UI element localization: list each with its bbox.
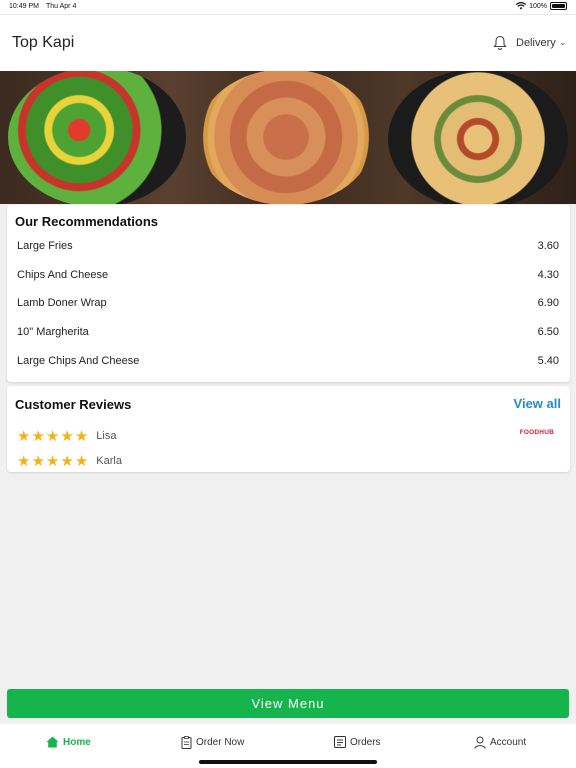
chevron-down-icon[interactable]: ⌄ xyxy=(559,37,567,48)
pizza-image xyxy=(198,71,374,204)
review-item: ★ ★ ★ ★ ★ Karla xyxy=(17,453,122,469)
item-name: Chips And Cheese xyxy=(17,269,109,281)
star-icon: ★ xyxy=(17,452,31,470)
recommendation-item[interactable]: Lamb Doner Wrap 6.90 xyxy=(17,294,559,312)
hero-banner xyxy=(0,71,576,204)
star-icon: ★ xyxy=(60,427,74,445)
star-rating: ★ ★ ★ ★ ★ xyxy=(17,454,88,469)
item-price: 4.30 xyxy=(537,269,559,281)
tab-account[interactable]: Account xyxy=(474,736,526,749)
item-price: 5.40 xyxy=(537,355,559,367)
recommendation-item[interactable]: Large Chips And Cheese 5.40 xyxy=(17,352,559,370)
item-name: Large Chips And Cheese xyxy=(17,355,140,367)
status-time: 10:49 PM xyxy=(9,3,39,10)
reviewer-name: Lisa xyxy=(96,430,117,442)
battery-percent: 100% xyxy=(529,2,547,10)
restaurant-title: Top Kapi xyxy=(12,34,75,51)
reviews-title: Customer Reviews xyxy=(15,397,132,412)
star-icon: ★ xyxy=(45,452,60,470)
review-item: ★ ★ ★ ★ ★ Lisa xyxy=(17,428,116,444)
recommendations-title: Our Recommendations xyxy=(15,214,159,229)
home-icon xyxy=(46,736,59,748)
view-all-link[interactable]: View all xyxy=(514,396,561,411)
bell-icon[interactable] xyxy=(493,35,507,51)
item-price: 3.60 xyxy=(537,240,559,252)
user-icon xyxy=(474,736,486,749)
star-icon: ★ xyxy=(74,452,89,470)
recommendation-item[interactable]: 10" Margherita 6.50 xyxy=(17,323,559,341)
home-indicator xyxy=(199,760,377,764)
status-right: 100% xyxy=(516,2,567,10)
tab-label: Order Now xyxy=(196,737,245,748)
app-header: Top Kapi Delivery ⌄ xyxy=(0,14,576,71)
order-icon xyxy=(181,736,192,749)
foodhub-logo: FOODHUB xyxy=(519,429,554,436)
item-name: 10" Margherita xyxy=(17,326,89,338)
item-price: 6.90 xyxy=(537,297,559,309)
recommendations-card: Our Recommendations Large Fries 3.60 Chi… xyxy=(7,205,570,382)
tab-label: Home xyxy=(63,736,91,748)
status-date: Thu Apr 4 xyxy=(46,3,77,10)
reviewer-name: Karla xyxy=(96,455,122,467)
tab-label: Orders xyxy=(350,736,381,748)
star-icon: ★ xyxy=(31,427,45,445)
star-icon: ★ xyxy=(74,427,89,445)
salad-image xyxy=(8,71,186,204)
recommendation-item[interactable]: Large Fries 3.60 xyxy=(17,237,559,255)
star-icon: ★ xyxy=(60,452,74,470)
tab-bar: Home Order Now Orders Account xyxy=(0,724,576,768)
orders-list-icon xyxy=(334,736,346,748)
status-bar: 10:49 PM Thu Apr 4 100% xyxy=(0,0,576,14)
item-price: 6.50 xyxy=(537,326,559,338)
star-icon: ★ xyxy=(45,427,60,445)
item-name: Lamb Doner Wrap xyxy=(17,297,107,309)
star-icon: ★ xyxy=(31,452,45,470)
tab-label: Account xyxy=(490,737,527,748)
tab-home[interactable]: Home xyxy=(46,736,91,748)
star-rating: ★ ★ ★ ★ ★ xyxy=(17,429,88,444)
tab-orders[interactable]: Orders xyxy=(334,736,381,748)
tab-order-now[interactable]: Order Now xyxy=(181,736,244,749)
pasta-image xyxy=(388,71,568,204)
recommendation-item[interactable]: Chips And Cheese 4.30 xyxy=(17,266,559,284)
delivery-selector[interactable]: Delivery xyxy=(516,37,556,49)
wifi-icon xyxy=(516,2,527,10)
star-icon: ★ xyxy=(17,427,31,445)
item-name: Large Fries xyxy=(17,240,73,252)
view-menu-button[interactable]: View Menu xyxy=(7,689,569,718)
reviews-card: Customer Reviews View all ★ ★ ★ ★ ★ Lisa ★ ★ ★… xyxy=(7,386,570,472)
battery-icon xyxy=(550,2,567,10)
